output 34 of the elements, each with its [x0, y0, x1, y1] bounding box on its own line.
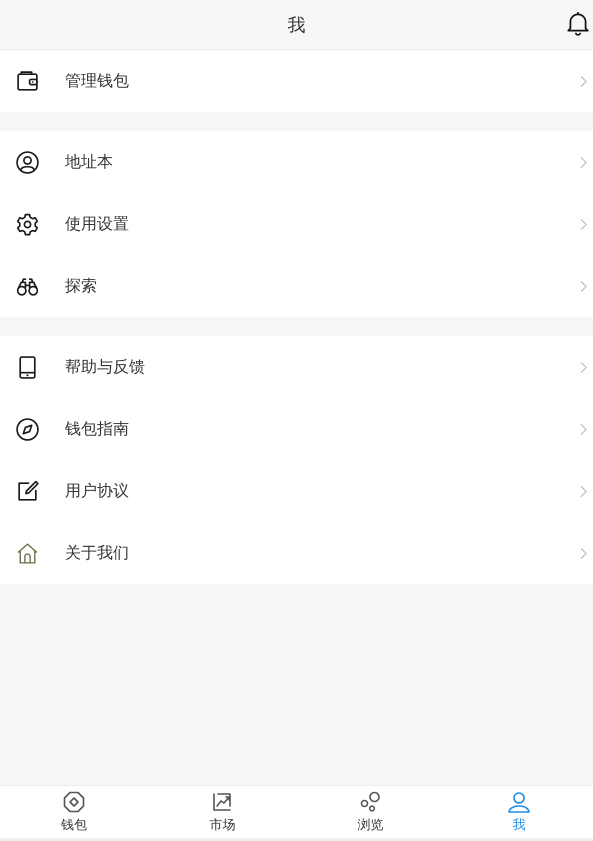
menu-item[interactable]: 钱包指南 — [0, 398, 593, 460]
chevron-icon — [580, 546, 587, 560]
menu-item[interactable]: 关于我们 — [0, 522, 593, 584]
menu-item[interactable]: 帮助与反馈 — [0, 336, 593, 398]
chevron-icon — [580, 156, 587, 168]
menu-label: 用户协议 — [65, 480, 130, 502]
menu-label: 探索 — [65, 276, 98, 296]
menu-label: 关于我们 — [65, 542, 130, 564]
chevron-icon — [580, 484, 587, 498]
menu-item[interactable]: 管理钱包 — [0, 50, 593, 112]
house-icon — [15, 540, 40, 566]
page-title: 我 — [288, 14, 306, 36]
chevron-icon — [580, 422, 587, 436]
menu-label: 钱包指南 — [65, 418, 130, 440]
menu-item[interactable]: 使用设置 — [0, 193, 593, 255]
compass-icon — [15, 416, 40, 442]
menu-label: 帮助与反馈 — [65, 356, 146, 378]
tab[interactable]: 浏览 — [296, 786, 445, 838]
menu-item[interactable]: 探索 — [0, 255, 593, 317]
menu-label: 管理钱包 — [65, 70, 130, 92]
chevron-icon — [580, 280, 587, 292]
settings-icon — [15, 212, 40, 236]
chevron-icon — [580, 218, 587, 230]
chevron-icon — [580, 360, 587, 374]
tab[interactable]: 钱包 — [0, 786, 148, 838]
menu-label: 使用设置 — [65, 214, 130, 234]
notification-bell-icon[interactable] — [565, 10, 591, 36]
menu-item[interactable]: 用户协议 — [0, 460, 593, 522]
menu-label: 地址本 — [65, 152, 114, 172]
tab[interactable]: 市场 — [148, 786, 296, 838]
menu-item[interactable]: 地址本 — [0, 131, 593, 193]
chevron-icon — [580, 74, 587, 88]
person-icon — [506, 790, 531, 814]
user-circle-icon — [15, 150, 40, 174]
